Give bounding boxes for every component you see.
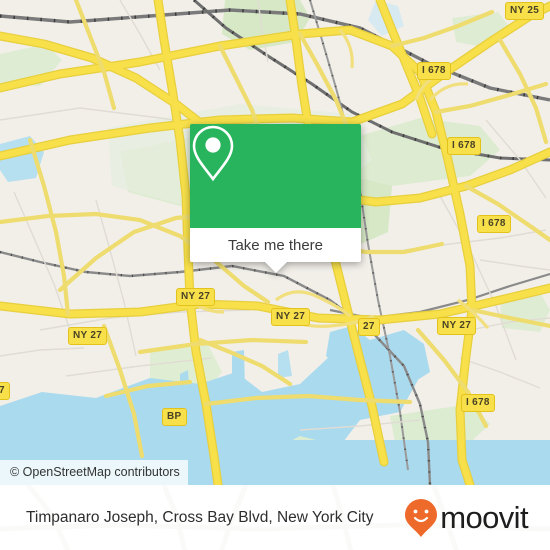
footer-bar: Timpanaro Joseph, Cross Bay Blvd, New Yo…: [0, 485, 550, 550]
road-shield[interactable]: 7: [0, 382, 10, 400]
road-shield[interactable]: NY 27: [176, 288, 216, 306]
popup-header: [190, 124, 361, 228]
road-shield[interactable]: NY 27: [68, 327, 108, 345]
road-shield[interactable]: I 678: [447, 137, 481, 155]
road-shield[interactable]: NY 27: [437, 317, 477, 335]
road-shield[interactable]: NY 27: [271, 308, 311, 326]
moovit-map-screenshot: NY 25 I 678 I 678 I 678 NY 27 NY 27 27 N…: [0, 0, 550, 550]
popup-pointer: [263, 261, 288, 273]
road-shield[interactable]: NY 25: [505, 2, 545, 20]
moovit-logo[interactable]: moovit: [404, 498, 529, 538]
moovit-wordmark: moovit: [440, 500, 528, 535]
map-pin-icon: [192, 125, 234, 182]
road-shield[interactable]: BP: [162, 408, 187, 426]
road-shield[interactable]: I 678: [417, 62, 451, 80]
osm-attribution[interactable]: © OpenStreetMap contributors: [0, 459, 188, 485]
take-me-there-button[interactable]: Take me there: [228, 238, 323, 253]
moovit-pin-smiley-icon: [405, 498, 438, 537]
road-shield[interactable]: I 678: [461, 394, 495, 412]
place-title: Timpanaro Joseph, Cross Bay Blvd, New Yo…: [26, 508, 374, 526]
location-popup-card[interactable]: Take me there: [190, 124, 361, 273]
popup-action-bar[interactable]: Take me there: [190, 228, 361, 273]
road-shield[interactable]: 27: [358, 318, 380, 336]
road-shield[interactable]: I 678: [477, 215, 511, 233]
map-canvas[interactable]: NY 25 I 678 I 678 I 678 NY 27 NY 27 27 N…: [0, 0, 550, 485]
